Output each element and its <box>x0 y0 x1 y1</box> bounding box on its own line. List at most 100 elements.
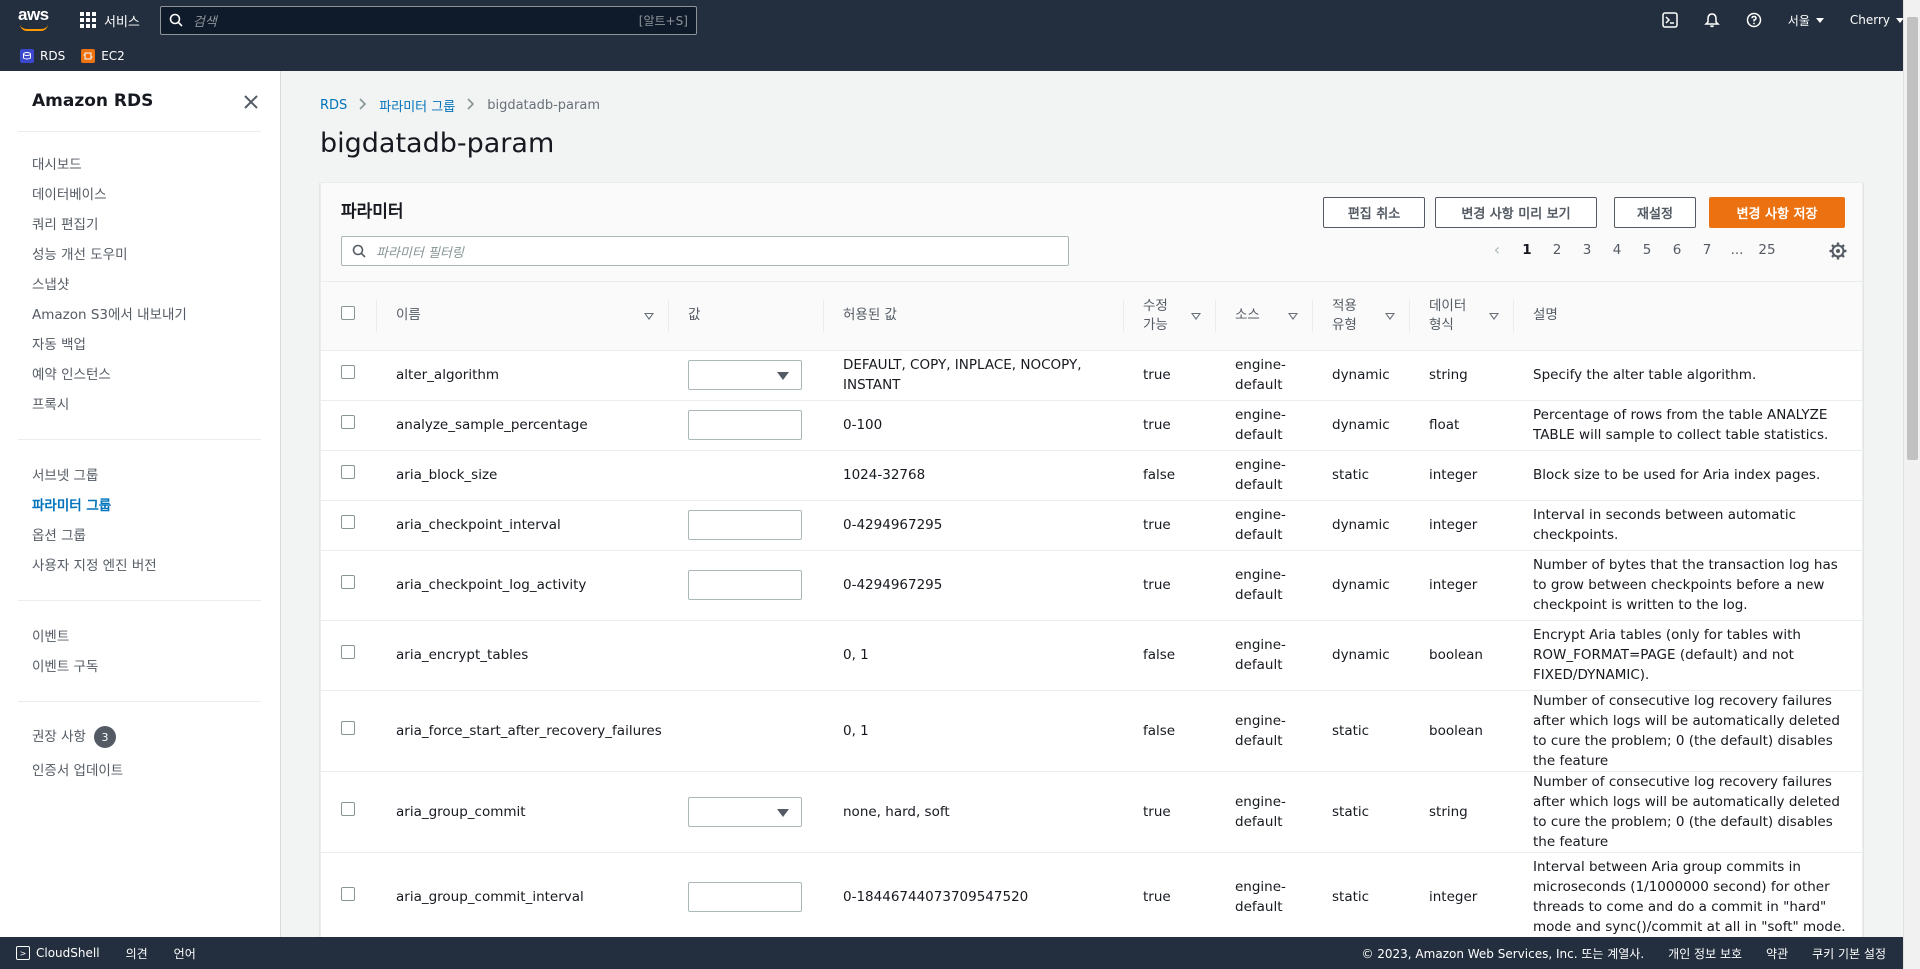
sidebar-item-databases[interactable]: 데이터베이스 <box>32 183 107 203</box>
row-checkbox[interactable] <box>341 887 355 901</box>
previous-page-button[interactable]: ‹ <box>1482 240 1512 259</box>
param-name: aria_checkpoint_log_activity <box>376 550 668 621</box>
param-source: engine-default <box>1215 620 1312 691</box>
sidebar-item-subnet-groups[interactable]: 서브넷 그룹 <box>32 464 98 484</box>
param-apply-type: static <box>1312 852 1409 942</box>
gear-icon[interactable] <box>1829 242 1847 260</box>
sidebar-item-certificate-update[interactable]: 인증서 업데이트 <box>32 759 123 779</box>
sidebar-item-automated-backups[interactable]: 자동 백업 <box>32 333 86 353</box>
preview-changes-button[interactable]: 변경 사항 미리 보기 <box>1435 197 1597 228</box>
sidebar-item-event-subscriptions[interactable]: 이벤트 구독 <box>32 655 98 675</box>
cancel-edit-button[interactable]: 편집 취소 <box>1323 197 1425 228</box>
select-all-checkbox[interactable] <box>341 305 355 320</box>
breadcrumb-current: bigdatadb-param <box>487 98 600 113</box>
top-navigation: aws 서비스 검색 [알트+S] 서울 Cherry RDS EC2 <box>0 0 1920 71</box>
page-2[interactable]: 2 <box>1542 242 1572 258</box>
sidebar-item-snapshots[interactable]: 스냅샷 <box>32 273 69 293</box>
param-source: engine-default <box>1215 500 1312 551</box>
feedback-link[interactable]: 의견 <box>126 945 148 962</box>
column-header-allowed-values: 허용된 값 <box>823 282 1123 351</box>
search-icon <box>352 244 366 258</box>
sidebar-item-parameter-groups[interactable]: 파라미터 그룹 <box>32 494 111 514</box>
favorite-ec2[interactable]: EC2 <box>81 48 125 63</box>
table-row: aria_checkpoint_log_activity 0-4294967295… <box>321 550 1862 621</box>
aws-logo[interactable]: aws <box>18 6 52 33</box>
region-selector[interactable]: 서울 <box>1788 12 1824 29</box>
search-placeholder: 검색 <box>192 14 217 30</box>
param-data-type: string <box>1409 771 1513 853</box>
param-description: Specify the alter table algorithm. <box>1513 350 1862 401</box>
page-4[interactable]: 4 <box>1602 242 1632 258</box>
scrollbar-thumb[interactable] <box>1907 17 1918 460</box>
language-link[interactable]: 언어 <box>174 945 196 962</box>
page-scrollbar[interactable] <box>1903 0 1920 969</box>
close-icon[interactable] <box>242 93 260 111</box>
page-3[interactable]: 3 <box>1572 242 1602 258</box>
param-description: Encrypt Aria tables (only for tables wit… <box>1513 620 1862 691</box>
value-input[interactable] <box>688 882 802 912</box>
breadcrumb-parameter-groups[interactable]: 파라미터 그룹 <box>379 96 455 115</box>
services-menu-button[interactable]: 서비스 <box>80 11 140 30</box>
sidebar-item-query-editor[interactable]: 쿼리 편집기 <box>32 213 98 233</box>
param-apply-type: static <box>1312 771 1409 853</box>
table-row: aria_group_commit none, hard, soft true eng… <box>321 771 1862 853</box>
sidebar-item-recommendations[interactable]: 권장 사항 3 <box>32 725 116 748</box>
param-description: Number of consecutive log recovery failu… <box>1513 690 1862 772</box>
privacy-link[interactable]: 개인 정보 보호 <box>1668 945 1742 962</box>
sidebar-item-option-groups[interactable]: 옵션 그룹 <box>32 524 86 544</box>
row-checkbox[interactable] <box>341 465 355 479</box>
sidebar-item-dashboard[interactable]: 대시보드 <box>32 153 82 173</box>
value-select[interactable] <box>688 360 802 390</box>
param-apply-type: dynamic <box>1312 550 1409 621</box>
global-search-input[interactable]: 검색 [알트+S] <box>159 5 697 35</box>
account-menu[interactable]: Cherry <box>1850 13 1904 27</box>
page-25[interactable]: 25 <box>1752 242 1782 258</box>
reset-button[interactable]: 재설정 <box>1614 197 1696 228</box>
param-source: engine-default <box>1215 400 1312 451</box>
param-modifiable: true <box>1123 400 1215 451</box>
column-header-source[interactable]: 소스 <box>1215 282 1312 351</box>
param-allowed-values: 0, 1 <box>823 690 1123 772</box>
value-input[interactable] <box>688 570 802 600</box>
row-checkbox[interactable] <box>341 365 355 379</box>
param-modifiable: true <box>1123 550 1215 621</box>
sidebar-item-events[interactable]: 이벤트 <box>32 625 69 645</box>
param-modifiable: false <box>1123 450 1215 501</box>
cloudshell-button[interactable]: > CloudShell <box>16 946 100 960</box>
chevron-right-icon <box>467 98 475 113</box>
sidebar-item-proxies[interactable]: 프록시 <box>32 393 69 413</box>
save-changes-button[interactable]: 변경 사항 저장 <box>1709 197 1845 228</box>
column-header-name[interactable]: 이름 <box>376 282 668 351</box>
sidebar-item-performance-insights[interactable]: 성능 개선 도우미 <box>32 243 128 263</box>
page-1[interactable]: 1 <box>1512 242 1542 258</box>
sidebar-item-s3-export[interactable]: Amazon S3에서 내보내기 <box>32 303 187 323</box>
row-checkbox[interactable] <box>341 801 355 816</box>
terms-link[interactable]: 약관 <box>1766 945 1788 962</box>
param-allowed-values: 0-4294967295 <box>823 550 1123 621</box>
row-checkbox[interactable] <box>341 415 355 429</box>
cloudshell-icon[interactable] <box>1662 12 1678 28</box>
value-input[interactable] <box>688 510 802 540</box>
page-7[interactable]: 7 <box>1692 242 1722 258</box>
sidebar-item-custom-engine-versions[interactable]: 사용자 지정 엔진 버전 <box>32 554 157 574</box>
row-checkbox[interactable] <box>341 645 355 659</box>
column-header-data-type[interactable]: 데이터 형식 <box>1409 282 1513 351</box>
parameter-filter-input[interactable]: 파라미터 필터링 <box>341 236 1069 266</box>
breadcrumb-rds[interactable]: RDS <box>320 98 347 113</box>
row-checkbox[interactable] <box>341 720 355 735</box>
table-row: aria_block_size 1024-32768 false engine-def… <box>321 450 1862 501</box>
page-5[interactable]: 5 <box>1632 242 1662 258</box>
row-checkbox[interactable] <box>341 575 355 589</box>
sidebar-item-reserved-instances[interactable]: 예약 인스턴스 <box>32 363 111 383</box>
help-icon[interactable] <box>1746 12 1762 28</box>
column-header-modifiable[interactable]: 수정 가능 <box>1123 282 1215 351</box>
favorite-rds[interactable]: RDS <box>20 48 65 63</box>
page-6[interactable]: 6 <box>1662 242 1692 258</box>
notifications-bell-icon[interactable] <box>1703 12 1720 28</box>
table-row: alter_algorithm DEFAULT, COPY, INPLACE, N… <box>321 350 1862 401</box>
row-checkbox[interactable] <box>341 515 355 529</box>
value-input[interactable] <box>688 410 802 440</box>
value-select[interactable] <box>688 796 802 827</box>
cookie-preferences-link[interactable]: 쿠키 기본 설정 <box>1812 945 1886 962</box>
column-header-apply-type[interactable]: 적용 유형 <box>1312 282 1409 351</box>
